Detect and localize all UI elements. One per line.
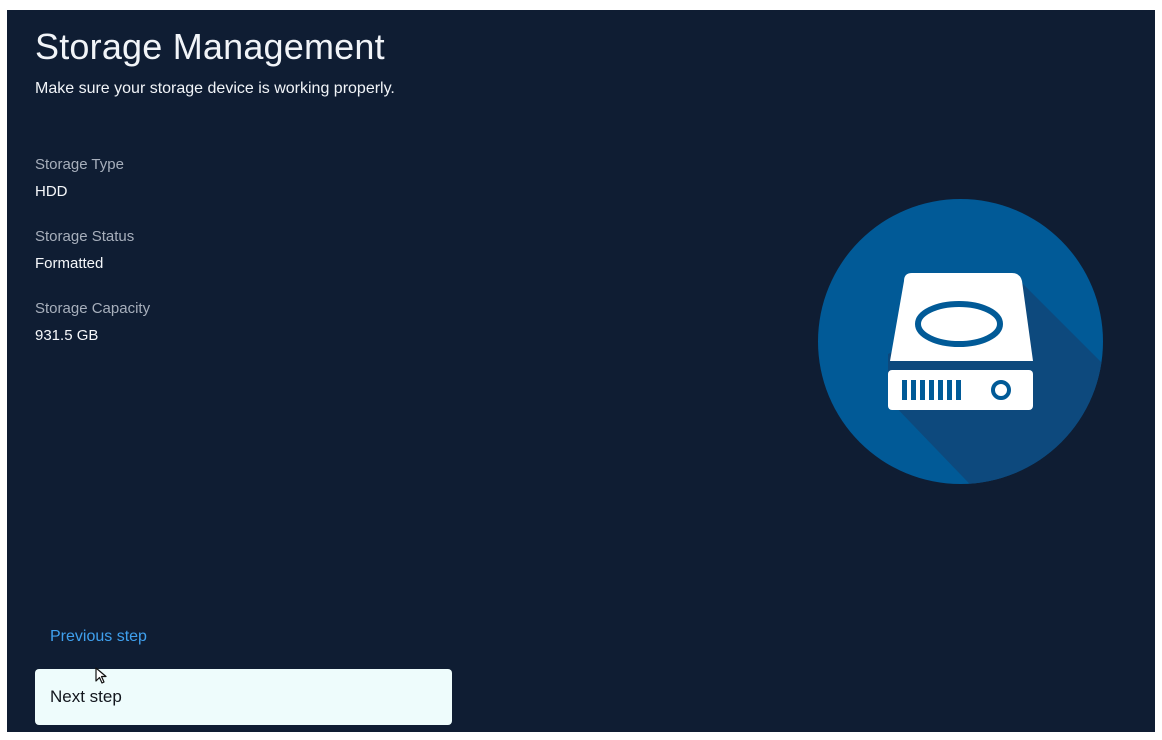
storage-status-value: Formatted bbox=[35, 255, 104, 272]
storage-type-label: Storage Type bbox=[35, 156, 124, 173]
next-step-button[interactable]: Next step bbox=[35, 669, 452, 725]
hard-drive-icon bbox=[888, 273, 1033, 410]
storage-type-value: HDD bbox=[35, 183, 68, 200]
storage-capacity-value: 931.5 GB bbox=[35, 327, 99, 344]
storage-capacity-label: Storage Capacity bbox=[35, 300, 151, 317]
page-title: Storage Management bbox=[35, 26, 385, 67]
page-subtitle: Make sure your storage device is working… bbox=[35, 80, 395, 97]
storage-management-screen: Storage Management Make sure your storag… bbox=[7, 10, 1155, 732]
previous-step-link[interactable]: Previous step bbox=[50, 628, 147, 646]
hard-drive-illustration bbox=[818, 199, 1103, 484]
storage-status-label: Storage Status bbox=[35, 228, 135, 245]
